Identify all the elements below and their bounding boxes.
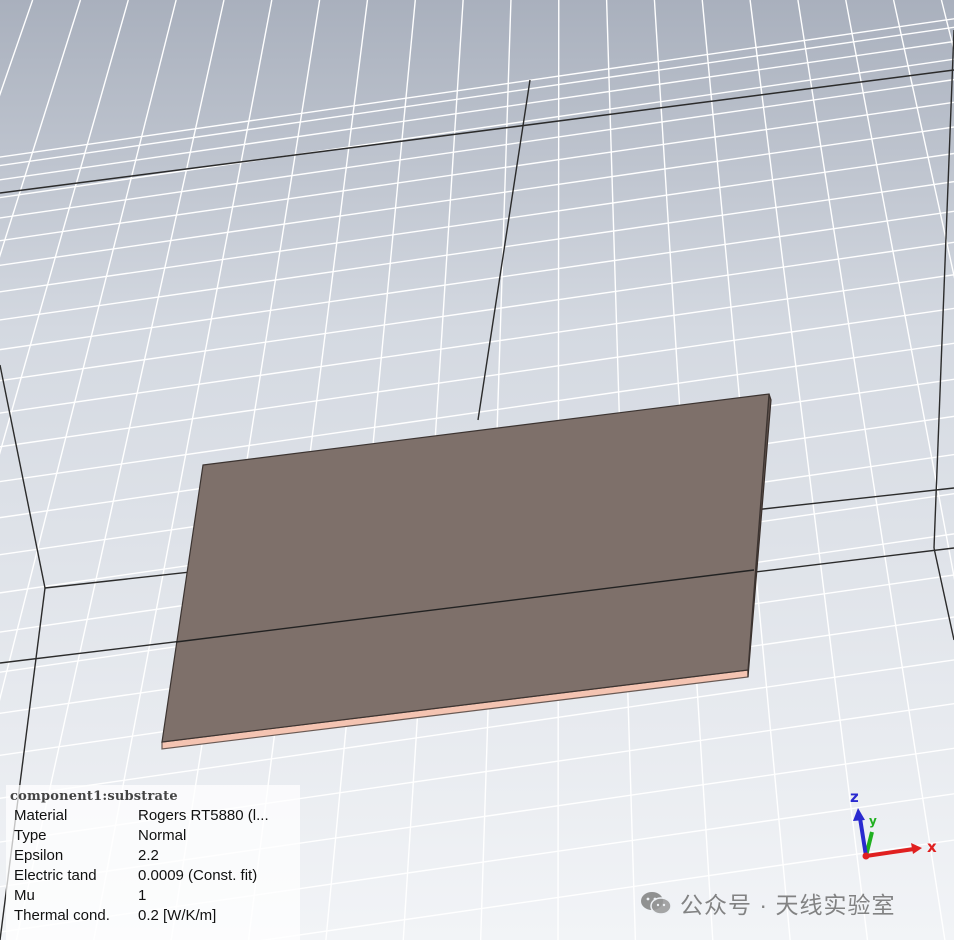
property-label: Electric tand (14, 867, 97, 884)
component-title: component1:substrate (10, 789, 178, 804)
property-row-thermal-cond: Thermal cond. 0.2 [W/K/m] (10, 906, 294, 926)
property-label: Epsilon (14, 847, 64, 864)
property-label: Thermal cond. (14, 907, 110, 924)
property-value: Normal (138, 827, 187, 844)
property-row-electric-tand: Electric tand 0.0009 (Const. fit) (10, 866, 294, 886)
property-row-type: Type Normal (10, 826, 294, 846)
property-label: Material (14, 807, 68, 824)
property-value: 1 (138, 887, 147, 904)
y-axis-label: y (869, 814, 877, 828)
x-axis-label: x (927, 838, 937, 856)
property-row-mu: Mu 1 (10, 886, 294, 906)
z-axis-label: z (850, 788, 859, 806)
watermark: 公众号 · 天线实验室 (640, 886, 895, 920)
3d-viewport[interactable]: component1:substrate Material Rogers RT5… (0, 0, 954, 940)
property-value: 2.2 (138, 847, 159, 864)
property-value: 0.0009 (Const. fit) (138, 867, 258, 884)
property-label: Type (14, 827, 47, 844)
property-row-material: Material Rogers RT5880 (l... (10, 806, 294, 826)
property-row-epsilon: Epsilon 2.2 (10, 846, 294, 866)
wechat-icon (641, 892, 672, 915)
property-value: Rogers RT5880 (l... (138, 807, 269, 824)
properties-info-panel: component1:substrate Material Rogers RT5… (6, 785, 300, 940)
property-label: Mu (14, 887, 35, 904)
axis-origin (862, 852, 870, 860)
watermark-text: 公众号 · 天线实验室 (680, 892, 896, 918)
property-value: 0.2 [W/K/m] (138, 907, 217, 924)
